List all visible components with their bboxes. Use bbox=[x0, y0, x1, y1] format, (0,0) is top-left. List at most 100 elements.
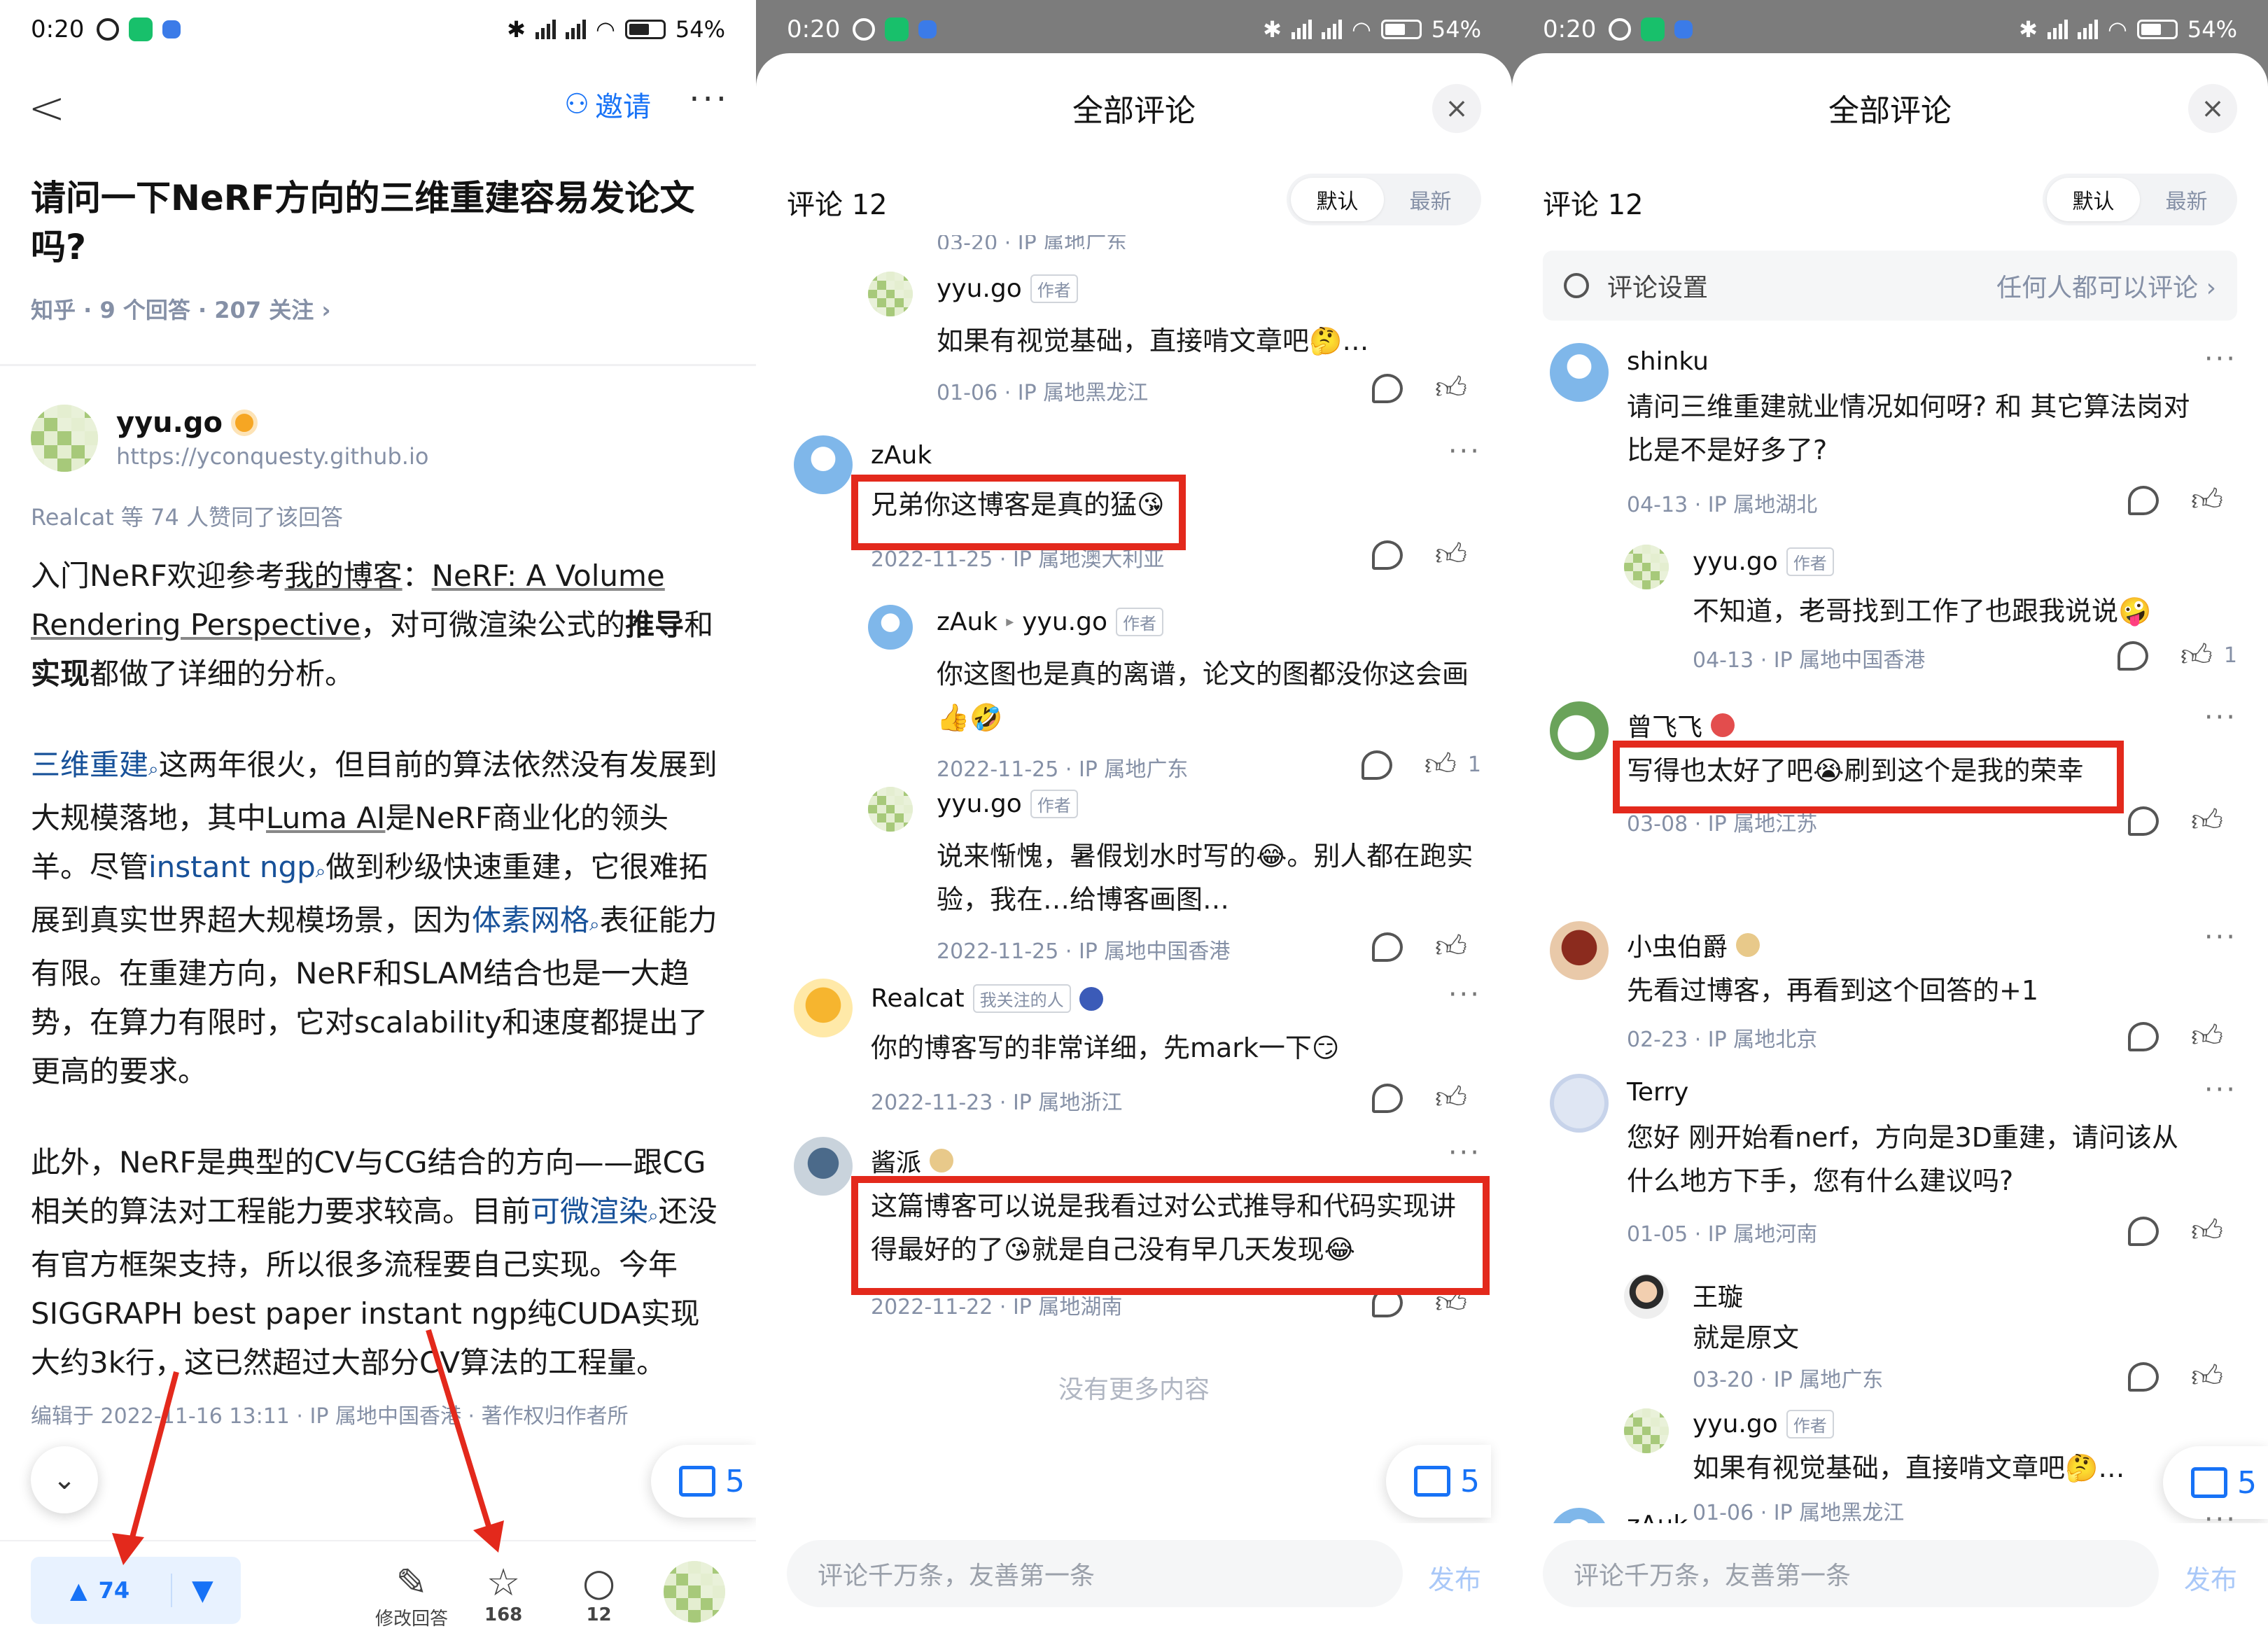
reply-icon[interactable] bbox=[2128, 1216, 2160, 1246]
sheet-title: 全部评论 bbox=[1072, 93, 1196, 129]
level-badge-icon bbox=[1079, 986, 1103, 1011]
like-icon[interactable]: 👍︎ bbox=[1435, 536, 1467, 573]
avatar[interactable] bbox=[1550, 1074, 1609, 1133]
sort-toggle: 默认 最新 bbox=[2043, 174, 2237, 225]
like-count: 1 bbox=[2223, 643, 2237, 668]
reply-icon[interactable] bbox=[1372, 373, 1404, 403]
commenter-name[interactable]: Terry bbox=[1627, 1078, 1688, 1107]
comment-text[interactable]: 如果有视觉基础，直接啃文章吧🤔… bbox=[937, 319, 1483, 363]
reply-icon[interactable] bbox=[1372, 932, 1404, 962]
commenter-name[interactable]: 王璇 bbox=[1693, 1277, 1743, 1313]
commenter-name[interactable]: zAuk bbox=[871, 441, 932, 470]
like-icon[interactable]: 👍︎ bbox=[2191, 1212, 2223, 1250]
comment-input[interactable]: 评论千万条，友善第一条 bbox=[1543, 1540, 2159, 1607]
avatar[interactable] bbox=[1624, 1274, 1669, 1319]
commenter-name[interactable]: 小虫伯爵 bbox=[1627, 927, 1728, 963]
reply-icon[interactable] bbox=[2128, 806, 2160, 836]
comment-settings-row[interactable]: 评论设置 任何人都可以评论 › bbox=[1543, 251, 2237, 321]
avatar[interactable] bbox=[868, 272, 913, 316]
avatar[interactable] bbox=[868, 605, 913, 650]
avatar[interactable] bbox=[1624, 1408, 1669, 1453]
commenter-name[interactable]: shinku bbox=[1627, 347, 1709, 376]
comment-text[interactable]: 就是原文 bbox=[1693, 1316, 2239, 1359]
like-icon[interactable]: 👍︎ bbox=[2191, 482, 2223, 519]
more-icon[interactable]: ··· bbox=[2204, 921, 2237, 953]
like-icon[interactable]: 👍︎ bbox=[1435, 370, 1467, 407]
reply-icon[interactable] bbox=[1372, 1083, 1404, 1113]
comment-text[interactable]: 你的博客写的非常详细，先mark一下😏 bbox=[871, 1026, 1473, 1070]
commenter-name[interactable]: 酱派 bbox=[871, 1142, 921, 1179]
comment-text[interactable]: 说来惭愧，暑假划水时写的😂。别人都在跑实验，我在…给博客画图… bbox=[937, 834, 1483, 921]
avatar[interactable] bbox=[1624, 545, 1669, 589]
more-icon[interactable]: ··· bbox=[1448, 979, 1481, 1011]
comment-settings-label: 评论设置 bbox=[1607, 274, 1709, 302]
like-icon[interactable]: 👍︎ bbox=[1424, 746, 1457, 783]
avatar[interactable] bbox=[794, 1137, 853, 1196]
sort-default-tab[interactable]: 默认 bbox=[2047, 178, 2140, 221]
highlight-box bbox=[851, 475, 1186, 550]
commenter-name[interactable]: yyu.go bbox=[1693, 547, 1778, 576]
comment-meta: 01-06 · IP 属地黑龙江 bbox=[937, 381, 1149, 405]
comment-meta: 03-20 · IP 属地广东 bbox=[1693, 1368, 1884, 1392]
more-icon[interactable]: ··· bbox=[2204, 1074, 2237, 1106]
sort-default-tab[interactable]: 默认 bbox=[1291, 178, 1384, 221]
close-icon[interactable]: × bbox=[2188, 84, 2237, 133]
comment-count-label: 评论 12 bbox=[787, 189, 888, 221]
commenter-name[interactable]: yyu.go bbox=[937, 274, 1022, 303]
annotation-arrow bbox=[112, 1329, 504, 1565]
avatar[interactable] bbox=[1550, 343, 1609, 402]
commenter-name[interactable]: yyu.go bbox=[1693, 1410, 1778, 1438]
signal-icon bbox=[1321, 20, 1342, 39]
like-icon[interactable]: 👍︎ bbox=[1435, 1079, 1467, 1116]
reply-to-name[interactable]: yyu.go bbox=[1022, 608, 1107, 636]
avatar[interactable] bbox=[868, 787, 913, 832]
comment-text[interactable]: 不知道，老哥找到工作了也跟我说说🤪 bbox=[1693, 589, 2239, 633]
close-icon[interactable]: × bbox=[1432, 84, 1481, 133]
reply-icon[interactable] bbox=[1361, 750, 1392, 780]
like-icon[interactable]: 👍︎ bbox=[2191, 1358, 2223, 1395]
commenter-name[interactable]: zAuk bbox=[937, 608, 997, 636]
more-icon[interactable]: ··· bbox=[2204, 343, 2237, 375]
comment-text[interactable]: 您好 刚开始看nerf，方向是3D重建，请问该从什么地方下手，您有什么建议吗? bbox=[1627, 1116, 2201, 1203]
author-tag: 作者 bbox=[1115, 608, 1163, 636]
like-icon[interactable]: 👍︎ bbox=[2180, 637, 2213, 674]
reply-icon[interactable] bbox=[2128, 485, 2160, 515]
commenter-name[interactable]: Realcat bbox=[871, 984, 965, 1013]
like-icon[interactable]: 👍︎ bbox=[2191, 802, 2223, 839]
send-button[interactable]: 发布 bbox=[1428, 1558, 1481, 1597]
comment-text[interactable]: 如果有视觉基础，直接啃文章吧🤔… bbox=[1693, 1446, 2127, 1490]
reply-icon[interactable] bbox=[1372, 540, 1404, 570]
battery-icon bbox=[2136, 20, 2178, 39]
collection-count: 5 bbox=[1460, 1463, 1480, 1499]
reply-icon[interactable] bbox=[2128, 1362, 2160, 1392]
avatar[interactable] bbox=[794, 435, 853, 494]
commenter-name[interactable]: yyu.go bbox=[937, 790, 1022, 818]
comment-text[interactable]: 先看过博客，再看到这个回答的+1 bbox=[1627, 969, 2229, 1012]
comment-text[interactable]: 你这图也是真的离谱，论文的图都没你这会画👍🤣 bbox=[937, 652, 1483, 739]
more-icon[interactable]: ··· bbox=[1448, 435, 1481, 468]
sort-latest-tab[interactable]: 最新 bbox=[1384, 184, 1477, 215]
app-notification-icon bbox=[1674, 20, 1693, 38]
like-icon[interactable]: 👍︎ bbox=[2191, 1018, 2223, 1055]
avatar[interactable] bbox=[1550, 921, 1609, 980]
comment-meta: 01-06 · IP 属地黑龙江 bbox=[1693, 1501, 1905, 1525]
author-tag: 作者 bbox=[1030, 790, 1078, 818]
send-button[interactable]: 发布 bbox=[2184, 1558, 2237, 1597]
alarm-icon bbox=[853, 18, 876, 41]
comment-meta: 03-20 · IP 属地广东 bbox=[937, 235, 1128, 249]
like-icon[interactable]: 👍︎ bbox=[1435, 928, 1467, 965]
comment-text[interactable]: 请问三维重建就业情况如何呀? 和 其它算法岗对比是不是好多了? bbox=[1627, 385, 2201, 472]
reply-icon[interactable] bbox=[2128, 1021, 2160, 1051]
commenter-name[interactable]: 曾飞飞 bbox=[1627, 707, 1702, 743]
level-badge-icon bbox=[1711, 713, 1735, 737]
more-icon[interactable]: ··· bbox=[2204, 701, 2237, 734]
avatar[interactable] bbox=[794, 979, 853, 1037]
level-badge-icon bbox=[930, 1149, 954, 1172]
avatar[interactable] bbox=[1550, 701, 1609, 760]
comment-input[interactable]: 评论千万条，友善第一条 bbox=[787, 1540, 1403, 1607]
reply-icon[interactable] bbox=[2117, 640, 2148, 671]
more-icon[interactable]: ··· bbox=[1448, 1137, 1481, 1169]
collection-button[interactable]: 5 bbox=[1386, 1445, 1491, 1518]
comment-meta: 04-13 · IP 属地中国香港 bbox=[1693, 648, 1926, 673]
sort-latest-tab[interactable]: 最新 bbox=[2140, 184, 2233, 215]
